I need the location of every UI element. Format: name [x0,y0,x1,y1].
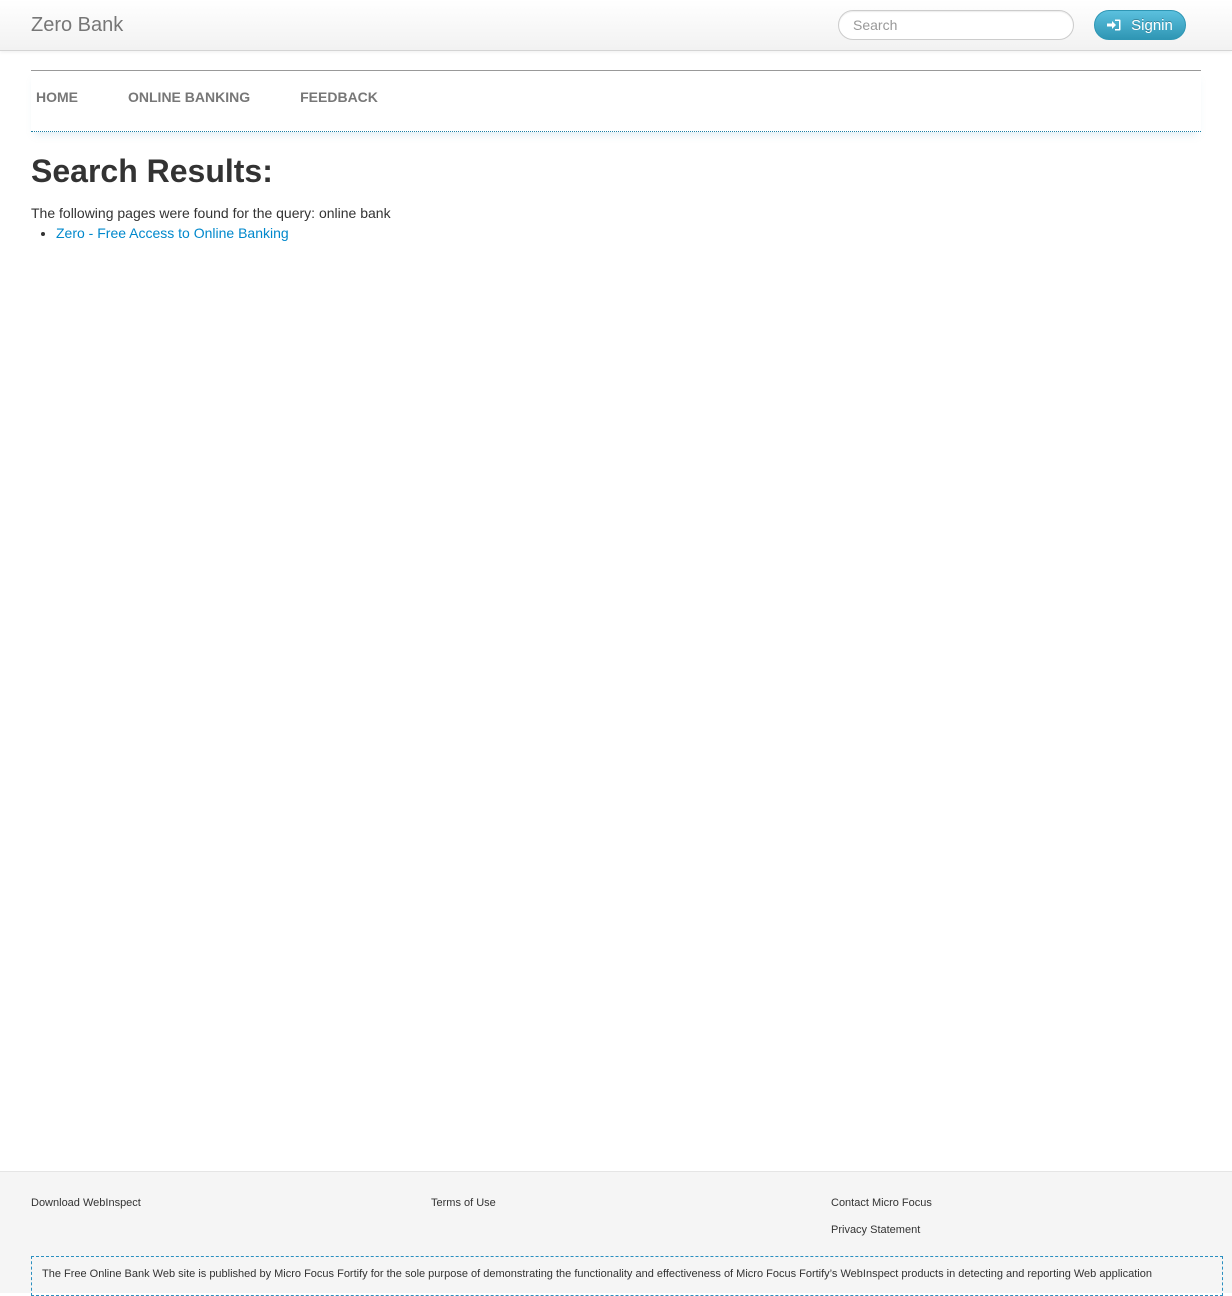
footer-column-1: Download WebInspect [31,1196,141,1223]
footer-column-3: Contact Micro Focus Privacy Statement [831,1196,932,1250]
search-result-item: Zero - Free Access to Online Banking [56,223,289,243]
nav-item-online-banking: ONLINE BANKING [128,88,250,106]
footer: Download WebInspect Terms of Use Contact… [0,1171,1232,1296]
contact-micro-focus-link[interactable]: Contact Micro Focus [831,1196,932,1210]
search-form [838,10,1074,40]
disclaimer-box: The Free Online Bank Web site is publish… [31,1256,1223,1296]
download-webinspect-link[interactable]: Download WebInspect [31,1196,141,1210]
nav-link-feedback[interactable]: FEEDBACK [300,88,378,106]
main-navigation: HOME ONLINE BANKING FEEDBACK [31,70,1201,132]
page-title: Search Results: [31,153,273,189]
top-navbar: Zero Bank Signin [0,0,1232,51]
signin-button[interactable]: Signin [1094,10,1186,40]
privacy-statement-link[interactable]: Privacy Statement [831,1223,932,1237]
query-description: The following pages were found for the q… [31,205,391,221]
search-result-link[interactable]: Zero - Free Access to Online Banking [56,225,289,241]
search-results-list: Zero - Free Access to Online Banking [31,223,289,243]
nav-item-feedback: FEEDBACK [300,88,378,106]
footer-column-2: Terms of Use [431,1196,496,1223]
search-input[interactable] [838,10,1074,40]
nav-item-home: HOME [36,88,78,106]
nav-link-home[interactable]: HOME [36,88,78,106]
terms-of-use-link[interactable]: Terms of Use [431,1196,496,1210]
signin-arrow-icon [1107,19,1121,31]
nav-link-online-banking[interactable]: ONLINE BANKING [128,88,250,106]
brand-logo[interactable]: Zero Bank [31,12,123,38]
signin-label: Signin [1131,16,1173,34]
